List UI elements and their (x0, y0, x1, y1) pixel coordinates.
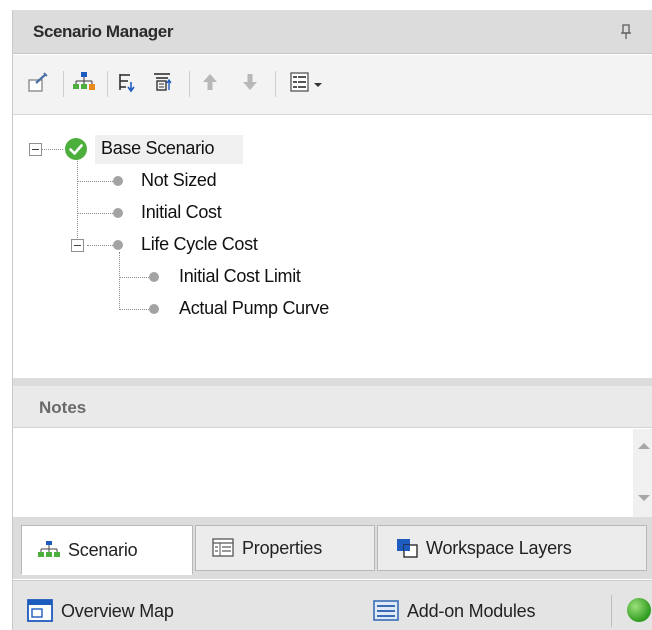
sort-tree-button[interactable] (113, 69, 143, 99)
layers-icon (396, 538, 418, 558)
collapse-toggle-base-scenario[interactable] (29, 143, 42, 156)
arrow-down-icon (239, 71, 261, 98)
tree-connector (119, 252, 120, 310)
panel-splitter[interactable] (13, 378, 652, 386)
notes-title: Notes (39, 398, 87, 417)
move-up-button[interactable] (195, 69, 225, 99)
edit-scenario-icon (27, 71, 49, 98)
modules-icon (373, 599, 399, 623)
notes-scrollbar[interactable] (633, 429, 652, 517)
panel-title-bar: Scenario Manager (13, 10, 652, 54)
scenario-node-icon (149, 304, 159, 314)
tree-connector (41, 149, 63, 150)
tree-node-life-cycle-cost[interactable]: Life Cycle Cost (141, 234, 258, 255)
pin-icon[interactable] (619, 24, 633, 40)
tree-node-not-sized[interactable]: Not Sized (141, 170, 217, 191)
scenario-properties-button[interactable] (23, 69, 53, 99)
addon-modules-label: Add-on Modules (407, 600, 536, 621)
create-child-scenario-button[interactable] (69, 69, 99, 99)
tree-node-initial-cost[interactable]: Initial Cost (141, 202, 222, 223)
tab-workspace-layers[interactable]: Workspace Layers (377, 525, 647, 571)
hierarchy-icon (38, 540, 60, 560)
arrow-up-icon (199, 71, 221, 98)
tree-connector (119, 277, 149, 278)
tree-connector (77, 213, 113, 214)
tree-node-initial-cost-limit[interactable]: Initial Cost Limit (179, 266, 301, 287)
filter-icon (151, 71, 173, 98)
scenario-tree: Base Scenario Not Sized Initial Cost Lif… (13, 116, 652, 378)
notes-header: Notes (13, 386, 652, 428)
properties-icon (212, 538, 234, 558)
tree-node-actual-pump-curve[interactable]: Actual Pump Curve (179, 298, 329, 319)
scenario-node-icon (113, 208, 123, 218)
collapse-toggle-life-cycle-cost[interactable] (71, 239, 84, 252)
chevron-down-icon (313, 75, 322, 93)
toolbar-separator (107, 71, 108, 97)
status-indicator-icon[interactable] (627, 598, 651, 622)
hierarchy-icon (72, 70, 96, 99)
tree-node-label: Base Scenario (101, 138, 215, 158)
overview-map-label: Overview Map (61, 600, 174, 621)
view-options-dropdown[interactable] (283, 69, 327, 99)
tree-connector (119, 309, 149, 310)
panel-title: Scenario Manager (33, 22, 174, 41)
filter-tree-button[interactable] (147, 69, 177, 99)
current-scenario-check-icon (65, 138, 87, 160)
tree-connector (87, 245, 113, 246)
tree-connector (77, 181, 113, 182)
overview-map-button[interactable]: Overview Map (27, 597, 174, 625)
toolbar-separator (189, 71, 190, 97)
scenario-node-icon (113, 240, 123, 250)
sort-icon (117, 71, 139, 98)
tab-scenario[interactable]: Scenario (21, 525, 193, 575)
addon-modules-button[interactable]: Add-on Modules (373, 597, 535, 625)
toolbar-separator (63, 71, 64, 97)
tab-properties-label: Properties (242, 537, 323, 558)
scroll-down-icon[interactable] (638, 495, 650, 501)
overview-map-icon (27, 599, 53, 623)
toolbar-separator (275, 71, 276, 97)
scroll-up-icon[interactable] (638, 443, 650, 449)
list-view-icon (289, 71, 311, 98)
tab-scenario-label: Scenario (68, 539, 138, 560)
panel-tabstrip: Scenario Properties Workspace Layers (13, 517, 652, 579)
status-bar: Overview Map Add-on Modules (13, 580, 652, 630)
tab-workspace-layers-label: Workspace Layers (426, 537, 572, 558)
move-down-button[interactable] (235, 69, 265, 99)
scenario-toolbar (13, 55, 652, 115)
tree-connector (77, 152, 78, 246)
notes-textarea[interactable] (13, 429, 652, 517)
scenario-node-icon (149, 272, 159, 282)
status-separator (611, 595, 612, 627)
scenario-node-icon (113, 176, 123, 186)
scenario-manager-panel: Scenario Manager Base Scenario Not Sized… (12, 10, 652, 630)
tab-properties[interactable]: Properties (195, 525, 375, 571)
